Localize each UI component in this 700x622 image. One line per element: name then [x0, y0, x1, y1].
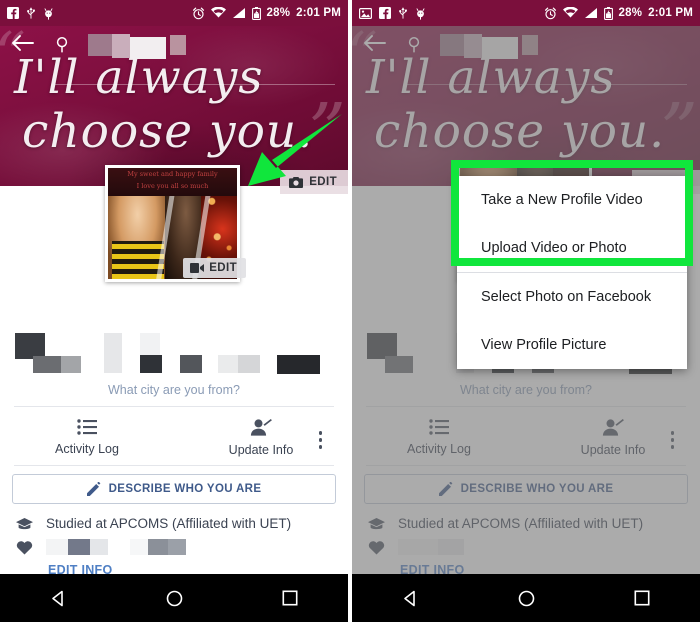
pencil-icon: [86, 482, 101, 496]
facebook-icon: [7, 7, 19, 19]
menu-item-take-new-profile-video[interactable]: Take a New Profile Video: [457, 176, 687, 224]
battery-percent: 28%: [618, 7, 643, 19]
redaction-block: [104, 333, 122, 373]
right-phone-panel: 28% 2:01 PM “ I'll always choose you. ” …: [352, 0, 700, 622]
status-bar-left-icons: [7, 6, 54, 20]
redaction-block: [33, 356, 61, 373]
signal-icon: [232, 8, 245, 18]
back-arrow-icon[interactable]: [11, 34, 35, 52]
battery-icon: [251, 6, 261, 20]
heart-icon: [16, 540, 33, 554]
alarm-icon: [192, 7, 204, 19]
redaction-block: [68, 539, 90, 555]
redaction-block: [46, 539, 68, 555]
status-bar-right-icons: 28% 2:01 PM: [192, 6, 342, 20]
status-bar: 28% 2:01 PM: [0, 0, 348, 26]
activity-log-button[interactable]: Activity Log: [0, 419, 174, 456]
redaction-block: [218, 355, 238, 373]
redaction-block: [61, 356, 81, 373]
android-nav-bar: [352, 574, 700, 622]
screenshot-stage: 28% 2:01 PM “ I'll always choose you. ”: [0, 0, 700, 622]
describe-who-you-are-button[interactable]: DESCRIBE WHO YOU ARE: [12, 474, 336, 504]
recents-square-icon[interactable]: [282, 590, 298, 606]
wifi-icon: [210, 7, 226, 18]
profile-picture-options-menu: Take a New Profile Video Upload Video or…: [457, 176, 687, 369]
list-icon: [77, 419, 97, 435]
redaction-block: [90, 539, 108, 555]
redaction-block: [130, 37, 166, 59]
caption-line-2: I love you all so much: [136, 182, 209, 191]
redaction-block: [140, 333, 160, 355]
status-bar-right-icons: 28% 2:01 PM: [544, 6, 694, 20]
status-bar: 28% 2:01 PM: [352, 0, 700, 26]
redaction-block: [88, 34, 112, 56]
redaction-block: [140, 355, 162, 373]
graduation-cap-icon: [16, 517, 33, 529]
wifi-icon: [562, 7, 578, 18]
redaction-block: [112, 34, 130, 58]
status-bar-left-icons: [359, 6, 426, 20]
usb-icon: [399, 7, 407, 19]
image-icon: [359, 7, 372, 19]
android-debug-icon: [416, 7, 425, 20]
redaction-block: [148, 539, 168, 555]
battery-icon: [603, 6, 613, 20]
edit-video-label: EDIT: [209, 262, 237, 274]
relationship-row: [0, 531, 348, 555]
green-pointer-arrow: [248, 114, 342, 186]
android-debug-icon: [44, 7, 53, 20]
education-row: Studied at APCOMS (Affiliated with UET): [0, 504, 348, 531]
recents-square-icon[interactable]: [634, 590, 650, 606]
battery-percent: 28%: [266, 7, 291, 19]
clock: 2:01 PM: [648, 7, 693, 19]
home-circle-icon[interactable]: [518, 590, 535, 607]
android-nav-bar: [0, 574, 348, 622]
left-phone-panel: 28% 2:01 PM “ I'll always choose you. ”: [0, 0, 348, 622]
back-triangle-icon[interactable]: [50, 590, 67, 607]
redaction-block: [170, 35, 186, 55]
kebab-menu-icon[interactable]: [318, 431, 322, 449]
menu-item-select-photo-on-facebook[interactable]: Select Photo on Facebook: [457, 273, 687, 321]
education-text: Studied at APCOMS (Affiliated with UET): [46, 516, 292, 531]
menu-item-view-profile-picture[interactable]: View Profile Picture: [457, 321, 687, 369]
usb-icon: [27, 7, 35, 19]
edit-profile-video-button[interactable]: EDIT: [183, 258, 246, 278]
video-camera-icon: [190, 263, 205, 273]
menu-item-upload-video-or-photo[interactable]: Upload Video or Photo: [457, 224, 687, 272]
signal-icon: [584, 8, 597, 18]
redaction-block: [108, 539, 130, 555]
profile-video-thumbnail[interactable]: My sweet and happy family I love you all…: [105, 165, 246, 282]
facebook-icon: [379, 7, 391, 19]
cover-decor-line: [55, 84, 335, 85]
caption-line-1: My sweet and happy family: [127, 170, 218, 178]
profile-action-row: Activity Log Update Info: [0, 407, 348, 465]
redaction-block: [277, 355, 320, 374]
back-triangle-icon[interactable]: [402, 590, 419, 607]
section-divider: [14, 465, 334, 466]
person-edit-icon: [250, 419, 272, 436]
redaction-block: [168, 539, 186, 555]
describe-label: DESCRIBE WHO YOU ARE: [108, 483, 262, 495]
profile-name-redacted: [0, 331, 348, 387]
home-circle-icon[interactable]: [166, 590, 183, 607]
alarm-icon: [544, 7, 556, 19]
redaction-block: [130, 539, 148, 555]
profile-video-caption: My sweet and happy family I love you all…: [108, 168, 237, 196]
activity-log-label: Activity Log: [55, 442, 119, 456]
clock: 2:01 PM: [296, 7, 341, 19]
redaction-block: [238, 355, 260, 373]
redaction-block: [180, 355, 202, 373]
relationship-redacted: [46, 539, 186, 555]
search-icon[interactable]: [55, 36, 71, 53]
update-info-label: Update Info: [228, 443, 294, 457]
